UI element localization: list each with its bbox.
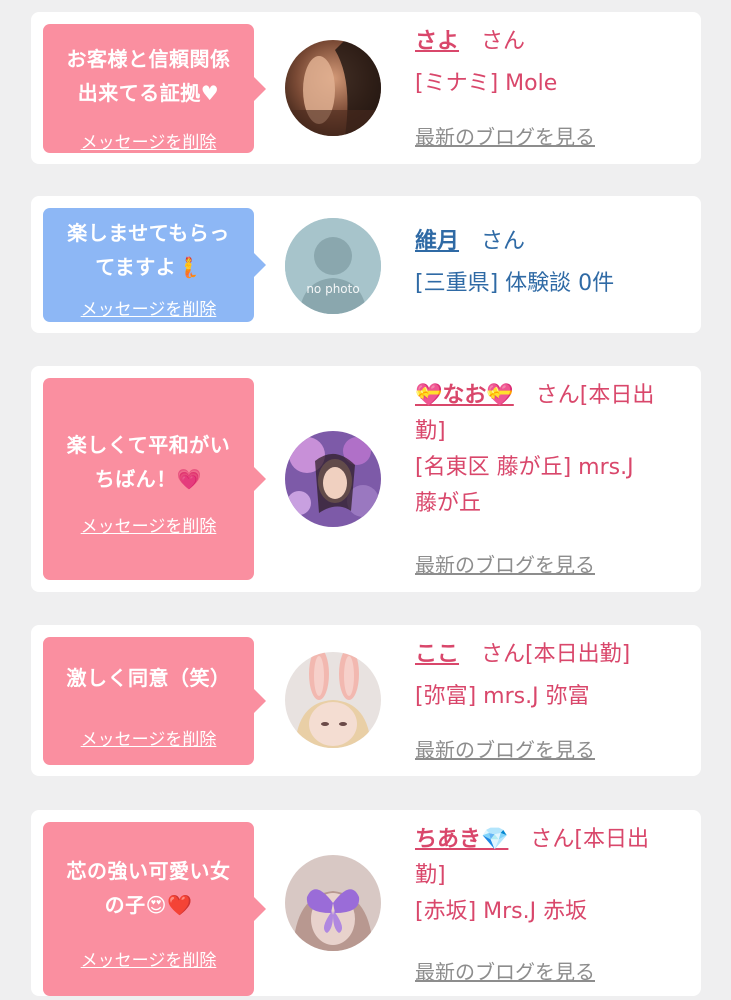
latest-blog-link[interactable]: 最新のブログを見る (415, 549, 595, 578)
name-suffix: さん[本日出 (535, 383, 655, 408)
name-suffix-cont: 勤] (415, 419, 446, 444)
user-info: 💝なお💝 さん[本日出 勤] [名東区 藤が丘] mrs.J 藤が丘 (415, 378, 691, 522)
user-name-link[interactable]: さよ (415, 29, 459, 54)
avatar[interactable] (285, 431, 381, 527)
message-bubble: 激しく同意（笑） メッセージを削除 (43, 637, 266, 765)
delete-message-link[interactable]: メッセージを削除 (43, 946, 254, 971)
avatar[interactable] (285, 40, 381, 136)
message-bubble: お客様と信頼関係 出来てる証拠♥ メッセージを削除 (43, 24, 266, 153)
list-item: 楽しくて平和がい ちばん！💗 メッセージを削除 💝なお💝 さん[本日出 勤] [名… (31, 366, 701, 592)
user-name-link[interactable]: ここ (415, 642, 459, 667)
message-text: 出来てる証拠♥ (77, 81, 220, 105)
message-text: 激しく同意（笑） (66, 666, 231, 690)
name-suffix: さん[本日出 (530, 827, 649, 852)
list-item: お客様と信頼関係 出来てる証拠♥ メッセージを削除 さよ さん [ミナミ] Mo… (31, 12, 701, 164)
avatar[interactable] (285, 855, 381, 951)
message-text: 楽しませてもらっ (67, 221, 230, 245)
no-photo-label: no photo (306, 282, 360, 296)
shop-name: [赤坂] Mrs.J 赤坂 (415, 899, 588, 924)
name-suffix: さん (481, 229, 526, 254)
shop-name: [三重県] 体験談 0件 (415, 271, 615, 296)
message-text: てますよ🧜 (95, 255, 202, 279)
message-bubble: 楽しくて平和がい ちばん！💗 メッセージを削除 (43, 378, 266, 580)
delete-message-link[interactable]: メッセージを削除 (43, 128, 254, 153)
shop-name-cont: 藤が丘 (415, 491, 482, 516)
message-text: ちばん！💗 (94, 467, 203, 491)
name-suffix: さん (481, 29, 526, 54)
user-info: ここ さん[本日出勤] [弥富] mrs.J 弥富 (415, 637, 691, 715)
message-bubble: 楽しませてもらっ てますよ🧜 メッセージを削除 (43, 208, 266, 322)
name-suffix: さん[本日出勤] (481, 642, 631, 667)
user-info: ちあき💎 さん[本日出 勤] [赤坂] Mrs.J 赤坂 (415, 822, 691, 930)
user-name-link[interactable]: ちあき💎 (415, 827, 508, 852)
latest-blog-link[interactable]: 最新のブログを見る (415, 956, 595, 985)
avatar[interactable]: no photo (285, 218, 381, 314)
message-text: 楽しくて平和がい (66, 433, 231, 457)
message-text: 芯の強い可愛い女 (66, 859, 231, 883)
list-item: 楽しませてもらっ てますよ🧜 メッセージを削除 no photo 維月 さん [三… (31, 196, 701, 333)
shop-name: [ミナミ] Mole (415, 71, 558, 96)
message-text: の子😍❤️ (104, 893, 193, 917)
message-list: お客様と信頼関係 出来てる証拠♥ メッセージを削除 さよ さん [ミナミ] Mo… (0, 0, 731, 1000)
list-item: 芯の強い可愛い女 の子😍❤️ メッセージを削除 ちあき💎 さん[本日出 勤] [赤… (31, 810, 701, 996)
avatar[interactable] (285, 652, 381, 748)
user-name-link[interactable]: 💝なお💝 (415, 383, 514, 408)
delete-message-link[interactable]: メッセージを削除 (43, 295, 254, 320)
delete-message-link[interactable]: メッセージを削除 (43, 512, 254, 537)
message-bubble: 芯の強い可愛い女 の子😍❤️ メッセージを削除 (43, 822, 266, 996)
latest-blog-link[interactable]: 最新のブログを見る (415, 734, 595, 763)
user-info: さよ さん [ミナミ] Mole (415, 24, 691, 102)
delete-message-link[interactable]: メッセージを削除 (43, 725, 254, 750)
list-item: 激しく同意（笑） メッセージを削除 ここ さん[本日出勤] [弥富] mrs.J … (31, 625, 701, 776)
shop-name: [弥富] mrs.J 弥富 (415, 684, 590, 709)
user-info: 維月 さん [三重県] 体験談 0件 (415, 224, 691, 302)
name-suffix-cont: 勤] (415, 863, 446, 888)
shop-name: [名東区 藤が丘] mrs.J (415, 455, 634, 480)
message-text: お客様と信頼関係 (66, 47, 231, 71)
latest-blog-link[interactable]: 最新のブログを見る (415, 121, 595, 150)
user-name-link[interactable]: 維月 (415, 229, 459, 254)
